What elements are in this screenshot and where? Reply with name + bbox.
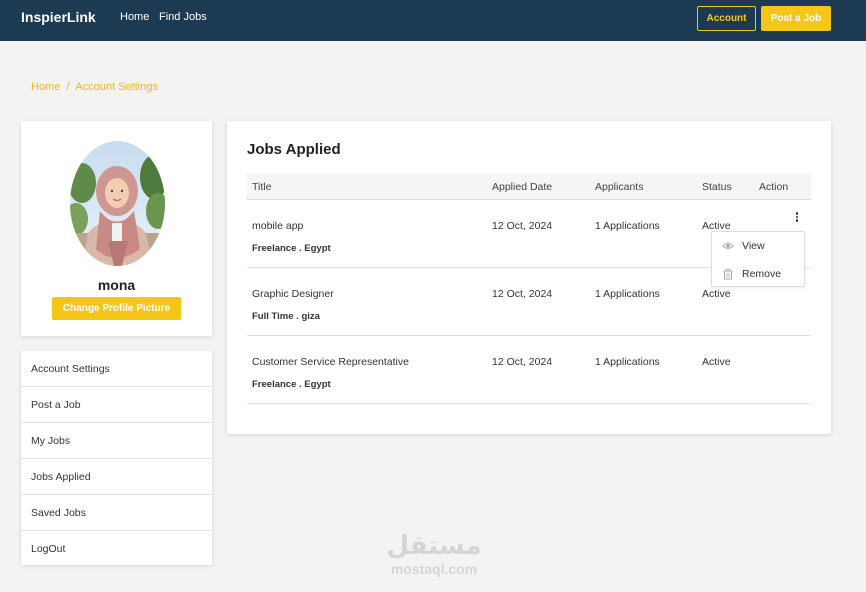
column-header-action: Action [759, 181, 789, 193]
breadcrumb-home[interactable]: Home [31, 81, 60, 93]
job-type-location: Freelance . Egypt [252, 379, 331, 390]
status-badge: Active [702, 288, 731, 300]
job-title[interactable]: Customer Service Representative [252, 356, 409, 368]
account-side-menu: Account Settings Post a Job My Jobs Jobs… [21, 351, 212, 565]
brand-logo[interactable]: InspierLink [21, 9, 96, 25]
side-menu-item-logout[interactable]: LogOut [21, 531, 212, 567]
mostaql-watermark: مستقل mostaql.com [380, 531, 488, 581]
action-dropdown-menu: View Remove [711, 231, 805, 287]
table-header: Title Applied Date Applicants Status Act… [247, 174, 811, 200]
post-job-button[interactable]: Post a Job [761, 6, 831, 31]
job-type-location: Full Time . giza [252, 311, 320, 322]
action-remove-item[interactable]: Remove [712, 260, 806, 288]
job-applicants: 1 Applications [595, 220, 660, 232]
breadcrumb: Home / Account Settings [31, 81, 158, 93]
top-navbar: InspierLink Home Find Jobs Account Post … [0, 0, 866, 41]
side-menu-item-account-settings[interactable]: Account Settings [21, 351, 212, 387]
job-applicants: 1 Applications [595, 288, 660, 300]
table-row: Customer Service Representative Freelanc… [247, 336, 811, 404]
side-menu-item-jobs-applied[interactable]: Jobs Applied [21, 459, 212, 495]
watermark-arabic: مستقل [386, 531, 482, 561]
side-menu-item-my-jobs[interactable]: My Jobs [21, 423, 212, 459]
action-view-label: View [742, 240, 765, 252]
eye-icon [722, 240, 734, 252]
trash-icon [722, 268, 734, 280]
change-profile-picture-button[interactable]: Change Profile Picture [52, 297, 181, 320]
breadcrumb-separator: / [66, 81, 70, 93]
column-header-applicants: Applicants [595, 181, 644, 193]
page-title: Jobs Applied [247, 141, 341, 158]
job-type-location: Freelance . Egypt [252, 243, 331, 254]
action-remove-label: Remove [742, 268, 782, 280]
watermark-latin: mostaql.com [390, 561, 478, 577]
profile-username: mona [97, 277, 136, 293]
job-applied-date: 12 Oct, 2024 [492, 288, 553, 300]
column-header-status: Status [702, 181, 732, 193]
job-title[interactable]: Graphic Designer [252, 288, 334, 300]
column-header-title: Title [252, 181, 272, 193]
side-menu-item-post-a-job[interactable]: Post a Job [21, 387, 212, 423]
job-applied-date: 12 Oct, 2024 [492, 220, 553, 232]
column-header-applied-date: Applied Date [492, 181, 553, 193]
breadcrumb-current: Account Settings [75, 81, 158, 93]
account-button[interactable]: Account [697, 6, 756, 31]
action-view-item[interactable]: View [712, 232, 806, 260]
job-applicants: 1 Applications [595, 356, 660, 368]
job-applied-date: 12 Oct, 2024 [492, 356, 553, 368]
side-menu-item-saved-jobs[interactable]: Saved Jobs [21, 495, 212, 531]
kebab-menu-icon[interactable] [793, 210, 801, 224]
status-badge: Active [702, 356, 731, 368]
nav-link-find-jobs[interactable]: Find Jobs [159, 11, 207, 23]
nav-link-home[interactable]: Home [120, 11, 149, 23]
job-title[interactable]: mobile app [252, 220, 303, 232]
avatar [70, 141, 165, 266]
profile-card: mona Change Profile Picture [21, 121, 212, 336]
